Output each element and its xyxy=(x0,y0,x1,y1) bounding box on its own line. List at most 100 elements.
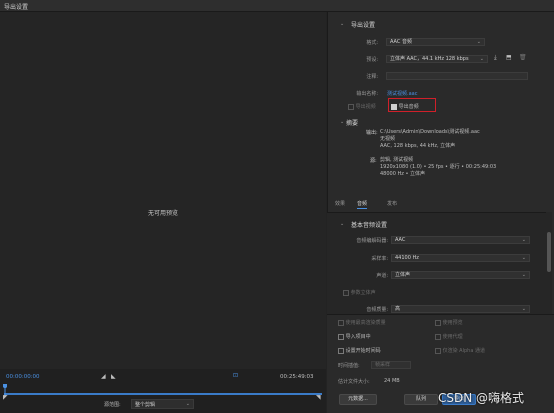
preset-value: 立体声 AAC，44.1 kHz 128 kbps xyxy=(390,56,469,62)
tab-effects[interactable]: 效果 xyxy=(335,200,345,207)
export-video-checkbox[interactable] xyxy=(348,103,354,110)
chevron-down-icon: ⌄ xyxy=(521,237,526,243)
queue-button[interactable]: 队列 xyxy=(404,394,438,405)
summary-output-line: AAC, 128 kbps, 44 kHz, 立体声 xyxy=(380,143,456,149)
delete-preset-icon[interactable]: 🗑 xyxy=(519,54,527,61)
export-settings-header: 导出设置 xyxy=(351,22,376,29)
audio-codec-label: 音频编解码器: xyxy=(356,238,388,244)
export-video-label: 导出视频 xyxy=(355,104,376,110)
summary-output-details: C:\Users\Admin\Downloads\测试视频.aac 无视频 AA… xyxy=(380,129,480,150)
channels-label: 声道: xyxy=(376,273,388,279)
comments-input[interactable] xyxy=(386,72,528,80)
render-alpha-option[interactable]: 仅渲染 Alpha 通道 xyxy=(435,347,485,354)
chevron-down-icon: ⌄ xyxy=(521,306,526,312)
chevron-down-icon: ⌄ xyxy=(476,39,481,45)
summary-source-details: 剪辑, 测试视频 1920x1080 (1.0) • 25 fps • 逐行 •… xyxy=(380,157,496,178)
collapse-basic-audio-icon[interactable]: ⌄ xyxy=(340,221,344,227)
output-name-link[interactable]: 测试视频.aac xyxy=(387,90,417,97)
watermark: CSDN @嗨格式 xyxy=(438,391,525,405)
import-into-project-option[interactable]: 导入项目中 xyxy=(338,333,371,340)
sample-rate-select[interactable]: 44100 Hz ⌄ xyxy=(391,254,530,262)
preview-area xyxy=(0,12,326,369)
preset-select[interactable]: 立体声 AAC，44.1 kHz 128 kbps ⌄ xyxy=(386,55,488,63)
max-render-quality-label: 使用最高渲染质量 xyxy=(345,320,386,326)
highlight-box xyxy=(388,98,436,112)
param-stereo-option[interactable]: 参数立体声 xyxy=(343,289,376,296)
chevron-down-icon: ⌄ xyxy=(479,56,484,62)
use-proxies-checkbox[interactable] xyxy=(435,333,441,340)
chevron-down-icon: ⌄ xyxy=(521,255,526,261)
scrollbar-thumb[interactable] xyxy=(547,232,551,272)
save-preset-icon[interactable]: ⤓ xyxy=(494,54,497,62)
use-proxies-label: 使用代理 xyxy=(442,334,463,340)
start-timecode-option[interactable]: 设置开始时间码 xyxy=(338,347,381,354)
audio-quality-label: 音频质量: xyxy=(366,307,388,313)
start-timecode-label: 设置开始时间码 xyxy=(345,348,381,354)
basic-audio-header: 基本音频设置 xyxy=(351,222,388,229)
format-label: 格式: xyxy=(366,40,378,46)
preset-label: 预设: xyxy=(366,57,378,63)
collapse-export-settings-icon[interactable]: ⌄ xyxy=(340,21,344,27)
use-previews-label: 使用预览 xyxy=(442,320,463,326)
time-interpolation-value: 帧采样 xyxy=(375,362,391,368)
settings-tabs: 效果 音频 发布 xyxy=(327,197,554,211)
use-proxies-option[interactable]: 使用代理 xyxy=(435,333,463,340)
set-in-point-icon[interactable]: ◢ xyxy=(101,373,106,380)
source-range-label: 源范围: xyxy=(104,402,121,408)
channels-select[interactable]: 立体声 ⌄ xyxy=(391,271,530,279)
audio-codec-select[interactable]: AAC ⌄ xyxy=(391,236,530,244)
param-stereo-checkbox[interactable] xyxy=(343,289,349,296)
preview-message: 无可用预览 xyxy=(147,210,178,217)
timecode-out: 00:25:49:03 xyxy=(280,374,314,380)
summary-output-line: 无视频 xyxy=(380,136,396,142)
chevron-down-icon: ⌄ xyxy=(185,401,190,407)
collapse-summary-icon[interactable]: ⌄ xyxy=(340,119,344,125)
summary-source-line: 剪辑, 测试视频 xyxy=(380,157,414,163)
use-previews-option[interactable]: 使用预览 xyxy=(435,319,463,326)
audio-quality-value: 高 xyxy=(395,306,401,312)
max-render-quality-checkbox[interactable] xyxy=(338,319,344,326)
start-timecode-checkbox[interactable] xyxy=(338,347,344,354)
estimated-size-value: 24 MB xyxy=(384,378,400,384)
source-range-value: 整个剪辑 xyxy=(135,402,156,408)
time-interpolation-label: 时间插值: xyxy=(338,363,360,369)
use-previews-checkbox[interactable] xyxy=(435,319,441,326)
tab-audio[interactable]: 音频 xyxy=(357,200,368,209)
fit-icon[interactable]: ⊡ xyxy=(233,372,238,379)
sample-rate-label: 采样率: xyxy=(371,256,388,262)
import-preset-icon[interactable]: ⬒ xyxy=(506,54,512,61)
estimated-size-label: 估计文件大小: xyxy=(338,379,370,385)
set-out-point-icon[interactable]: ◣ xyxy=(111,373,116,380)
window-title: 导出设置 xyxy=(4,4,29,11)
max-render-quality-option[interactable]: 使用最高渲染质量 xyxy=(338,319,386,326)
import-into-project-label: 导入项目中 xyxy=(345,334,371,340)
comments-label: 注释: xyxy=(366,74,378,80)
sample-rate-value: 44100 Hz xyxy=(395,255,419,261)
summary-source-label: 源: xyxy=(370,158,377,164)
channels-value: 立体声 xyxy=(395,272,411,278)
summary-source-line: 48000 Hz • 立体声 xyxy=(380,171,426,177)
param-stereo-label: 参数立体声 xyxy=(350,290,376,296)
export-video-option[interactable]: 导出视频 xyxy=(348,103,376,110)
format-value: AAC 音频 xyxy=(390,39,412,45)
output-name-label: 输出名称: xyxy=(356,91,378,97)
summary-header: 摘要 xyxy=(346,120,359,127)
summary-source-line: 1920x1080 (1.0) • 25 fps • 逐行 • 00:25:49… xyxy=(380,164,497,170)
metadata-button[interactable]: 元数据... xyxy=(339,394,377,405)
range-start-handle[interactable]: ◤ xyxy=(3,394,8,401)
render-alpha-checkbox[interactable] xyxy=(435,347,441,354)
timecode-in[interactable]: 00:00:00:00 xyxy=(6,374,40,380)
tab-publish[interactable]: 发布 xyxy=(387,200,397,207)
chevron-down-icon: ⌄ xyxy=(521,272,526,278)
format-select[interactable]: AAC 音频 ⌄ xyxy=(386,38,485,46)
audio-quality-select[interactable]: 高 ⌄ xyxy=(391,305,530,313)
time-interpolation-select[interactable]: 帧采样 xyxy=(371,361,411,369)
summary-output-line: C:\Users\Admin\Downloads\测试视频.aac xyxy=(380,129,480,135)
render-alpha-label: 仅渲染 Alpha 通道 xyxy=(442,348,485,354)
summary-output-label: 输出: xyxy=(366,130,378,136)
range-end-handle[interactable]: ◥ xyxy=(316,394,321,401)
timeline-track[interactable] xyxy=(4,393,322,395)
title-bar: 导出设置 xyxy=(0,0,554,12)
import-into-project-checkbox[interactable] xyxy=(338,333,344,340)
source-range-select[interactable]: 整个剪辑 ⌄ xyxy=(131,399,194,409)
